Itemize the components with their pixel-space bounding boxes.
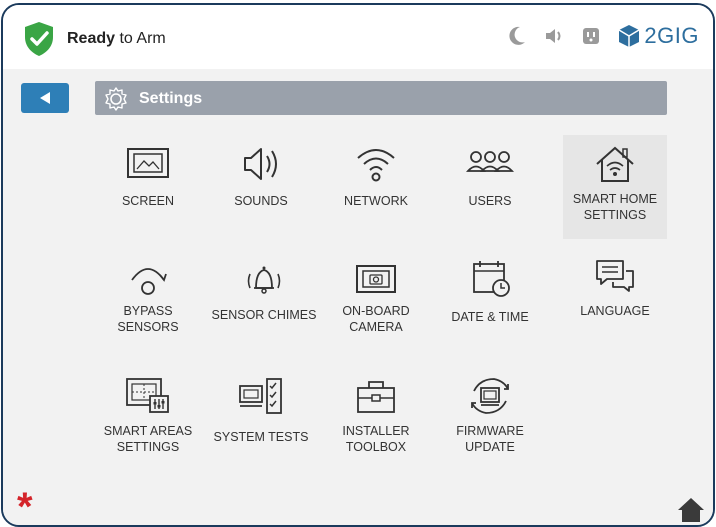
tile-bypass[interactable]: BYPASS SENSORS (93, 249, 203, 345)
tile-label: BYPASS SENSORS (117, 304, 179, 334)
shield-check-icon (25, 22, 53, 56)
wifi-icon (357, 149, 395, 182)
tile-label: SMART AREAS SETTINGS (103, 424, 193, 454)
tile-sounds[interactable]: SOUNDS (206, 139, 316, 235)
footer-bar: * (3, 487, 713, 525)
bell-icon (247, 266, 281, 294)
page-title: Settings (139, 90, 203, 107)
tile-label: SMART HOME SETTINGS (572, 192, 658, 222)
home-icon[interactable] (677, 497, 705, 523)
tile-smart-home[interactable]: SMART HOME SETTINGS (563, 135, 667, 239)
tile-label: SENSOR CHIMES (211, 308, 317, 322)
tile-screen[interactable]: SCREEN (93, 139, 203, 235)
tile-camera[interactable]: ON-BOARD CAMERA (321, 249, 431, 345)
back-arrow-icon (40, 92, 50, 104)
brand-cube-icon (619, 25, 640, 47)
top-icons: 2GIG (508, 23, 699, 49)
brand-name: 2GIG (644, 23, 699, 48)
tile-language[interactable]: LANGUAGE (563, 249, 667, 345)
smart-home-icon (596, 146, 634, 182)
gear-icon (105, 87, 127, 111)
tile-network[interactable]: NETWORK (321, 139, 431, 235)
panel-frame: Ready to Arm 2GIG Settings SCREEN SOUNDS… (1, 3, 715, 527)
tile-label: LANGUAGE (580, 304, 650, 318)
tile-sensor-chimes[interactable]: SENSOR CHIMES (206, 249, 322, 345)
speech-bubbles-icon (596, 260, 634, 292)
tile-system-tests[interactable]: SYSTEM TESTS (206, 369, 316, 465)
tile-label: FIRMWARE UPDATE (456, 424, 524, 454)
firmware-update-icon (471, 378, 509, 414)
back-button[interactable] (21, 83, 69, 113)
users-icon (466, 151, 514, 172)
brand-logo: 2GIG (618, 23, 699, 49)
tile-installer-toolbox[interactable]: INSTALLER TOOLBOX (321, 369, 431, 465)
arm-status-rest: to Arm (119, 30, 166, 47)
tile-smart-areas[interactable]: SMART AREAS SETTINGS (93, 369, 203, 465)
volume-icon[interactable] (544, 27, 564, 45)
tile-label: ON-BOARD CAMERA (342, 304, 410, 334)
settings-content: Settings SCREEN SOUNDS NETWORK USERS SMA… (3, 69, 713, 489)
tile-label: NETWORK (344, 194, 408, 208)
calendar-clock-icon (473, 261, 510, 297)
tile-label: SCREEN (121, 194, 175, 208)
moon-icon[interactable] (508, 26, 526, 46)
toolbox-icon (357, 381, 395, 413)
screen-icon (127, 148, 169, 178)
bypass-icon (131, 268, 167, 295)
system-tests-icon (239, 378, 282, 414)
page-title-bar: Settings (95, 81, 667, 115)
tile-label: SYSTEM TESTS (213, 430, 309, 444)
tile-users[interactable]: USERS (435, 139, 545, 235)
tile-label: DATE & TIME (451, 310, 529, 324)
status-bar: Ready to Arm 2GIG (3, 5, 713, 69)
tile-label: SOUNDS (234, 194, 288, 208)
tile-label: USERS (468, 194, 512, 208)
arm-status-text: Ready to Arm (67, 30, 166, 48)
tile-label: INSTALLER TOOLBOX (342, 424, 410, 454)
emergency-asterisk-icon[interactable]: * (17, 487, 33, 525)
outlet-icon[interactable] (582, 27, 600, 45)
arm-status-bold: Ready (67, 30, 116, 47)
speaker-icon (244, 148, 277, 180)
tile-firmware-update[interactable]: FIRMWARE UPDATE (435, 369, 545, 465)
smart-areas-icon (126, 378, 169, 413)
tile-date-time[interactable]: DATE & TIME (435, 249, 545, 345)
camera-screen-icon (356, 265, 396, 293)
